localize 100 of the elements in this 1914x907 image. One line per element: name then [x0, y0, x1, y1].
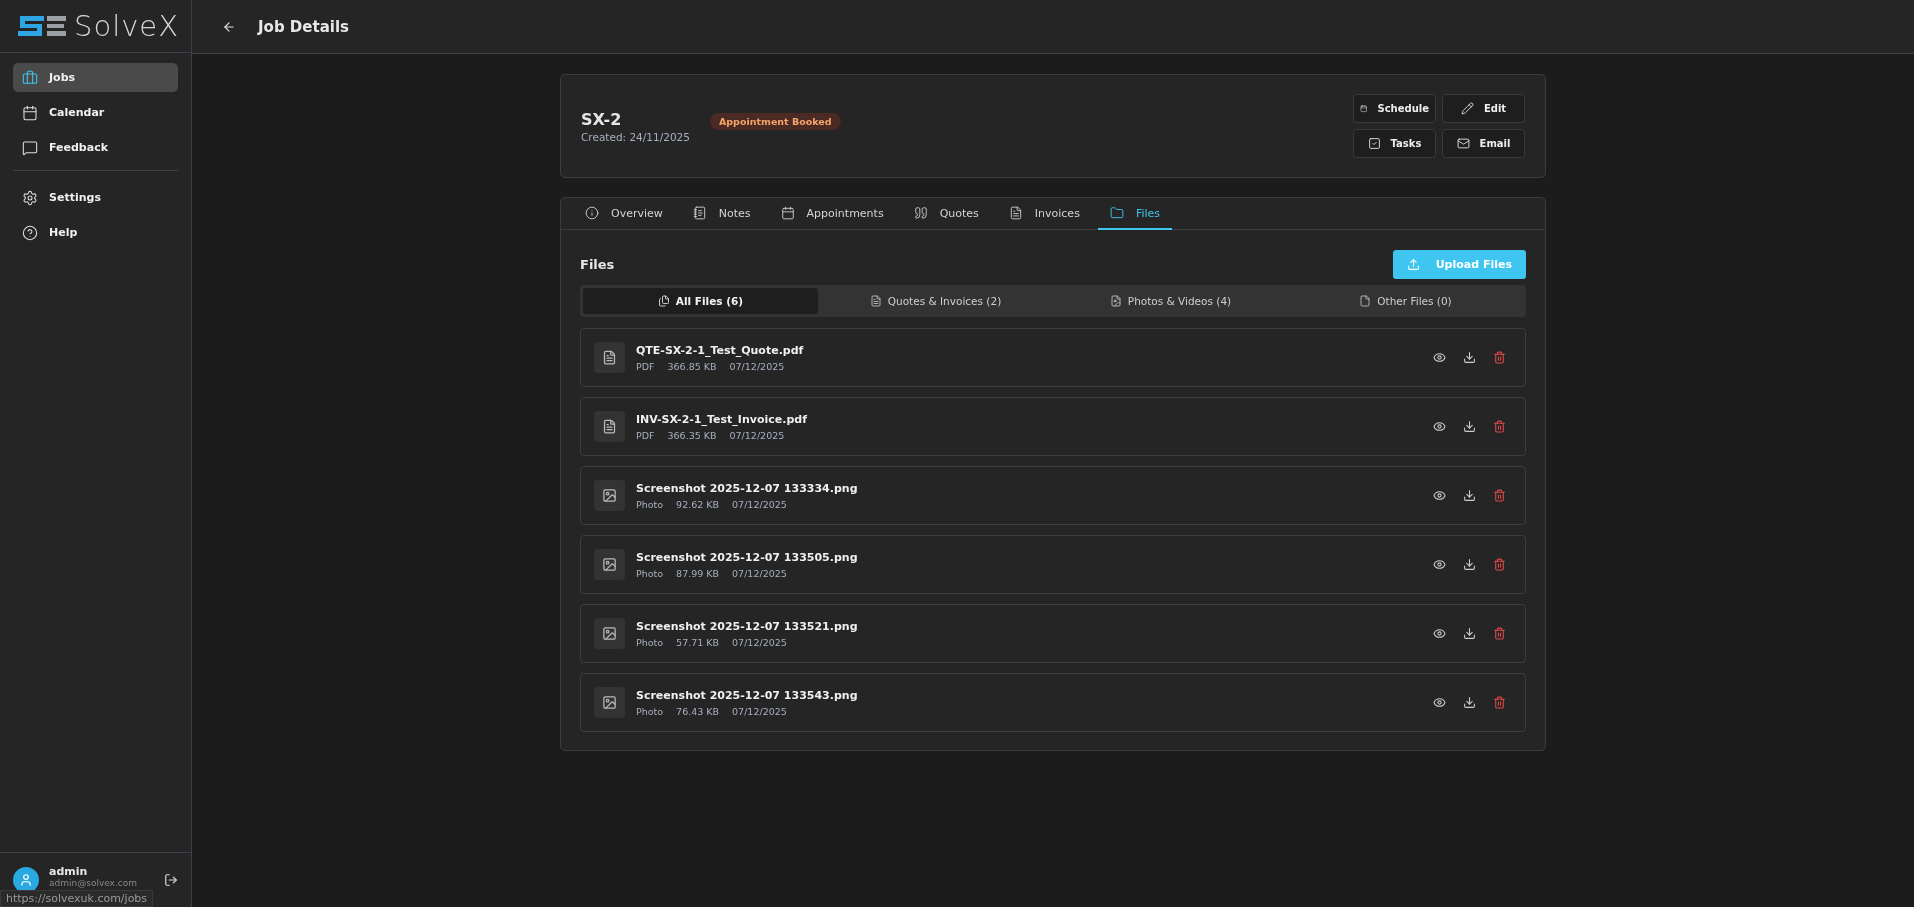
- view-button[interactable]: [1433, 489, 1446, 502]
- download-button[interactable]: [1463, 696, 1476, 709]
- user-name: admin: [49, 864, 89, 878]
- help-icon: [22, 224, 38, 241]
- file-name: Screenshot 2025-12-07 133543.png: [636, 688, 858, 702]
- file-date: 07/12/2025: [732, 498, 787, 510]
- action-button[interactable]: Schedule: [1353, 94, 1436, 123]
- filter-tab[interactable]: All Files (6): [583, 288, 818, 314]
- file-type: Photo: [636, 567, 664, 579]
- eye-icon: [1433, 489, 1446, 502]
- status-url: https://solvexuk.com/jobs: [0, 890, 154, 907]
- delete-button[interactable]: [1493, 489, 1506, 502]
- view-button[interactable]: [1433, 420, 1446, 433]
- document-icon: [1008, 206, 1023, 220]
- settings-icon: [22, 189, 38, 206]
- tab[interactable]: Files: [1097, 198, 1172, 230]
- logo-text: SolveX: [74, 9, 180, 43]
- image-file-icon: [1109, 295, 1122, 307]
- sidebar-item[interactable]: Calendar: [13, 98, 178, 127]
- file-date: 07/12/2025: [729, 360, 785, 372]
- delete-button[interactable]: [1493, 420, 1506, 433]
- filter-tab[interactable]: Photos & Videos (4): [1053, 288, 1288, 314]
- download-icon: [1463, 489, 1476, 502]
- file-date: 07/12/2025: [732, 567, 787, 579]
- filter-tab[interactable]: Other Files (0): [1288, 288, 1523, 314]
- tab[interactable]: Appointments: [768, 198, 896, 230]
- tab[interactable]: Overview: [573, 198, 675, 230]
- sidebar-item[interactable]: Help: [13, 218, 178, 247]
- download-icon: [1463, 696, 1476, 709]
- trash-icon: [1493, 351, 1506, 364]
- delete-button[interactable]: [1493, 696, 1506, 709]
- briefcase-icon: [22, 69, 38, 86]
- trash-icon: [1493, 420, 1506, 433]
- file-type: PDF: [636, 429, 655, 441]
- document-icon: [869, 295, 882, 307]
- eye-icon: [1433, 420, 1446, 433]
- download-button[interactable]: [1463, 489, 1476, 502]
- document-icon: [602, 419, 617, 434]
- user-icon: [19, 873, 33, 887]
- file-name: Screenshot 2025-12-07 133505.png: [636, 550, 858, 564]
- info-icon: [585, 206, 599, 220]
- download-icon: [1463, 627, 1476, 640]
- filter-tab[interactable]: Quotes & Invoices (2): [818, 288, 1053, 314]
- back-icon[interactable]: [222, 19, 236, 34]
- view-button[interactable]: [1433, 558, 1446, 571]
- sidebar-item[interactable]: Jobs: [13, 63, 178, 92]
- logout-icon[interactable]: [164, 873, 178, 887]
- file-type: Photo: [636, 636, 664, 648]
- file-size: 76.43 KB: [676, 705, 720, 717]
- upload-icon: [1406, 258, 1420, 271]
- calendar-icon: [22, 104, 38, 121]
- eye-icon: [1433, 558, 1446, 571]
- job-id: SX-2: [581, 109, 623, 129]
- document-icon: [602, 350, 617, 365]
- delete-button[interactable]: [1493, 558, 1506, 571]
- image-icon: [602, 557, 617, 572]
- file-date: 07/12/2025: [729, 429, 785, 441]
- download-button[interactable]: [1463, 558, 1476, 571]
- trash-icon: [1493, 489, 1506, 502]
- download-button[interactable]: [1463, 351, 1476, 364]
- file-date: 07/12/2025: [732, 636, 787, 648]
- calendar-icon: [1360, 102, 1368, 115]
- delete-button[interactable]: [1493, 351, 1506, 364]
- chat-bubble-icon: [22, 139, 38, 156]
- file-type: PDF: [636, 360, 655, 372]
- eye-icon: [1433, 627, 1446, 640]
- download-button[interactable]: [1463, 420, 1476, 433]
- view-button[interactable]: [1433, 627, 1446, 640]
- tab[interactable]: Quotes: [901, 198, 991, 230]
- file-type: Photo: [636, 498, 664, 510]
- tab[interactable]: Invoices: [996, 198, 1092, 230]
- sidebar-item[interactable]: Feedback: [13, 133, 178, 162]
- checkbox-icon: [1367, 137, 1381, 150]
- eye-icon: [1433, 351, 1446, 364]
- eye-icon: [1433, 696, 1446, 709]
- created-date: Created: 24/11/2025: [581, 130, 690, 143]
- file-icon: [1359, 295, 1372, 307]
- status-badge: Appointment Booked: [709, 112, 841, 130]
- download-button[interactable]: [1463, 627, 1476, 640]
- trash-icon: [1493, 558, 1506, 571]
- view-button[interactable]: [1433, 696, 1446, 709]
- action-button[interactable]: Edit: [1442, 94, 1525, 123]
- section-title: Files: [580, 257, 615, 272]
- sidebar-item[interactable]: Settings: [13, 183, 178, 212]
- image-icon: [602, 488, 617, 503]
- view-button[interactable]: [1433, 351, 1446, 364]
- download-icon: [1463, 558, 1476, 571]
- pencil-icon: [1460, 102, 1474, 115]
- file-size: 57.71 KB: [676, 636, 720, 648]
- image-icon: [602, 626, 617, 641]
- mail-icon: [1456, 137, 1470, 150]
- copy-icon: [657, 295, 670, 307]
- file-type: Photo: [636, 705, 664, 717]
- download-icon: [1463, 351, 1476, 364]
- file-size: 366.85 KB: [667, 360, 717, 372]
- action-button[interactable]: Email: [1442, 129, 1525, 158]
- delete-button[interactable]: [1493, 627, 1506, 640]
- tab[interactable]: Notes: [680, 198, 763, 230]
- file-name: Screenshot 2025-12-07 133334.png: [636, 481, 858, 495]
- action-button[interactable]: Tasks: [1353, 129, 1436, 158]
